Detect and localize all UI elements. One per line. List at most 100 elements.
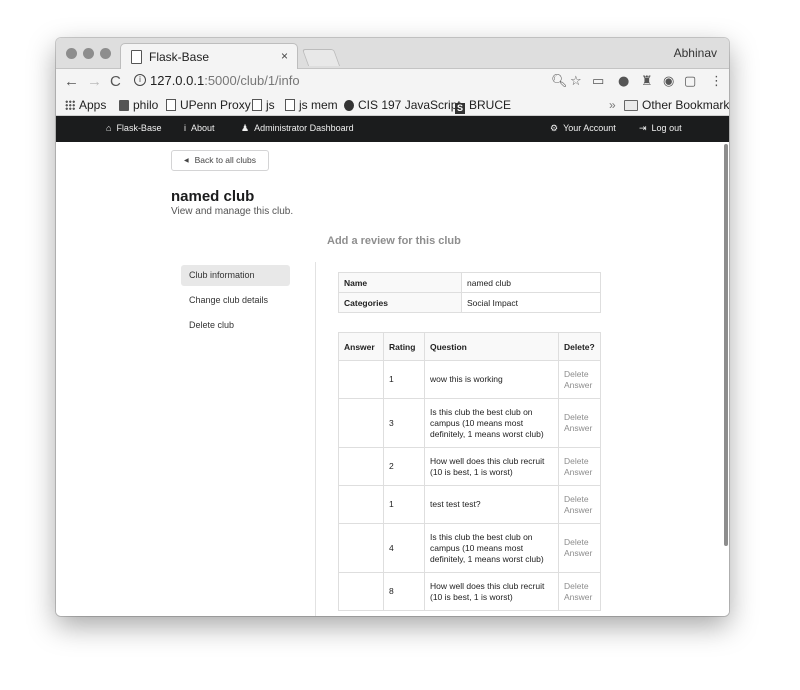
- user-icon: ♟: [241, 123, 250, 133]
- minimize-window-button[interactable]: [83, 48, 94, 59]
- bookmarks-overflow-icon[interactable]: »: [609, 98, 616, 112]
- tab-strip: Flask-Base × Abhinav: [56, 38, 729, 70]
- answers-table: Answer Rating Question Delete? 1 wow thi…: [338, 332, 601, 611]
- back-to-clubs-button[interactable]: ◀ Back to all clubs: [171, 150, 269, 171]
- table-row: 8 How well does this club recruit (10 is…: [338, 572, 601, 611]
- logout-icon: ⇥: [639, 123, 647, 133]
- table-row: Name named club: [338, 272, 601, 293]
- delete-answer-link[interactable]: Delete Answer: [558, 485, 601, 524]
- site-icon: [344, 100, 354, 111]
- close-tab-icon[interactable]: ×: [281, 49, 288, 63]
- bookmark-js[interactable]: js: [252, 98, 275, 112]
- browser-toolbar: ← → C i 127.0.0.1:5000/club/1/info 🔍︎ ☆ …: [56, 69, 729, 95]
- bookmark-js-mem[interactable]: js mem: [285, 98, 338, 112]
- page-icon: [285, 99, 295, 111]
- cast-icon[interactable]: ▭: [592, 74, 604, 89]
- answer-cell: [338, 398, 384, 448]
- answer-cell: [338, 485, 384, 524]
- nav-admin-dashboard[interactable]: ♟ Administrator Dashboard: [241, 123, 354, 134]
- page-content: ◀ Back to all clubs named club View and m…: [56, 142, 729, 616]
- table-row: Categories Social Impact: [338, 292, 601, 313]
- info-value: named club: [461, 272, 601, 293]
- column-header-question: Question: [424, 332, 559, 361]
- page-icon: [166, 99, 176, 111]
- table-row: 4 Is this club the best club on campus (…: [338, 523, 601, 573]
- nav-log-out[interactable]: ⇥ Log out: [639, 123, 682, 134]
- rating-cell: 4: [383, 523, 425, 573]
- answer-cell: [338, 447, 384, 486]
- gear-icon: ⚙: [550, 123, 559, 133]
- menu-change-club-details[interactable]: Change club details: [181, 290, 290, 311]
- browser-tab[interactable]: Flask-Base ×: [120, 43, 298, 70]
- column-header-rating: Rating: [383, 332, 425, 361]
- new-tab-button[interactable]: [301, 49, 341, 66]
- rating-cell: 3: [383, 398, 425, 448]
- extension-icon[interactable]: ♜: [641, 74, 653, 89]
- info-icon: i: [184, 123, 186, 133]
- extension-icon[interactable]: ▢: [684, 74, 696, 89]
- delete-answer-link[interactable]: Delete Answer: [558, 572, 601, 611]
- menu-icon[interactable]: ⋮: [710, 74, 723, 89]
- info-value: Social Impact: [461, 292, 601, 313]
- delete-answer-link[interactable]: Delete Answer: [558, 447, 601, 486]
- answer-cell: [338, 572, 384, 611]
- answer-cell: [338, 523, 384, 573]
- s-icon: S: [455, 103, 465, 114]
- extension-icon[interactable]: ◉: [663, 74, 674, 89]
- bookmark-bruce[interactable]: S BRUCE: [455, 98, 511, 114]
- other-bookmarks[interactable]: Other Bookmarks: [624, 98, 729, 112]
- close-window-button[interactable]: [66, 48, 77, 59]
- info-key: Categories: [338, 292, 462, 313]
- bookmark-apps[interactable]: Apps: [65, 98, 106, 112]
- profile-name[interactable]: Abhinav: [674, 46, 717, 60]
- rating-cell: 1: [383, 485, 425, 524]
- delete-answer-link[interactable]: Delete Answer: [558, 360, 601, 399]
- table-row: 1 wow this is working Delete Answer: [338, 360, 601, 399]
- table-row: 3 Is this club the best club on campus (…: [338, 398, 601, 448]
- apps-grid-icon: [65, 100, 75, 111]
- column-header-answer: Answer: [338, 332, 384, 361]
- bookmark-philo[interactable]: philo: [119, 98, 158, 112]
- scrollbar[interactable]: [724, 144, 728, 546]
- menu-delete-club[interactable]: Delete club: [181, 315, 290, 336]
- back-arrow-icon[interactable]: ←: [64, 73, 79, 90]
- rating-cell: 1: [383, 360, 425, 399]
- extension-icon[interactable]: ●: [618, 74, 629, 89]
- address-bar[interactable]: i 127.0.0.1:5000/club/1/info: [129, 72, 582, 90]
- add-review-link[interactable]: Add a review for this club: [327, 235, 461, 247]
- page-title: named club: [171, 188, 255, 205]
- info-icon[interactable]: i: [134, 74, 146, 86]
- question-cell: wow this is working: [424, 360, 559, 399]
- page-subtitle: View and manage this club.: [171, 206, 294, 217]
- table-row: 1 test test test? Delete Answer: [338, 485, 601, 524]
- nav-your-account[interactable]: ⚙ Your Account: [550, 123, 616, 134]
- delete-answer-link[interactable]: Delete Answer: [558, 398, 601, 448]
- url-text[interactable]: 127.0.0.1:5000/club/1/info: [150, 73, 300, 88]
- zoom-icon[interactable]: 🔍︎: [551, 74, 568, 89]
- question-cell: Is this club the best club on campus (10…: [424, 523, 559, 573]
- forward-arrow-icon[interactable]: →: [87, 73, 102, 90]
- page-icon: [252, 99, 262, 111]
- bookmark-upenn-proxy[interactable]: UPenn Proxy: [166, 98, 251, 112]
- table-header-row: Answer Rating Question Delete?: [338, 332, 601, 361]
- question-cell: How well does this club recruit (10 is b…: [424, 447, 559, 486]
- browser-window: Flask-Base × Abhinav ← → C i 127.0.0.1:5…: [56, 38, 729, 616]
- bookmark-cis-197[interactable]: CIS 197 JavaScript: [344, 98, 461, 112]
- menu-club-information[interactable]: Club information: [181, 265, 290, 286]
- rating-cell: 2: [383, 447, 425, 486]
- home-icon: ⌂: [106, 123, 112, 133]
- tab-title: Flask-Base: [149, 50, 210, 64]
- reload-icon[interactable]: C: [110, 73, 121, 90]
- table-row: 2 How well does this club recruit (10 is…: [338, 447, 601, 486]
- delete-answer-link[interactable]: Delete Answer: [558, 523, 601, 573]
- zoom-window-button[interactable]: [100, 48, 111, 59]
- star-icon[interactable]: ☆: [570, 74, 582, 89]
- divider: [315, 262, 316, 616]
- page-icon: [131, 50, 142, 64]
- nav-home[interactable]: ⌂ Flask-Base: [106, 123, 161, 133]
- site-navbar: ⌂ Flask-Base i About ♟ Administrator Dashbo…: [56, 116, 729, 142]
- question-cell: How well does this club recruit (10 is b…: [424, 572, 559, 611]
- question-cell: test test test?: [424, 485, 559, 524]
- rating-cell: 8: [383, 572, 425, 611]
- nav-about[interactable]: i About: [184, 123, 215, 133]
